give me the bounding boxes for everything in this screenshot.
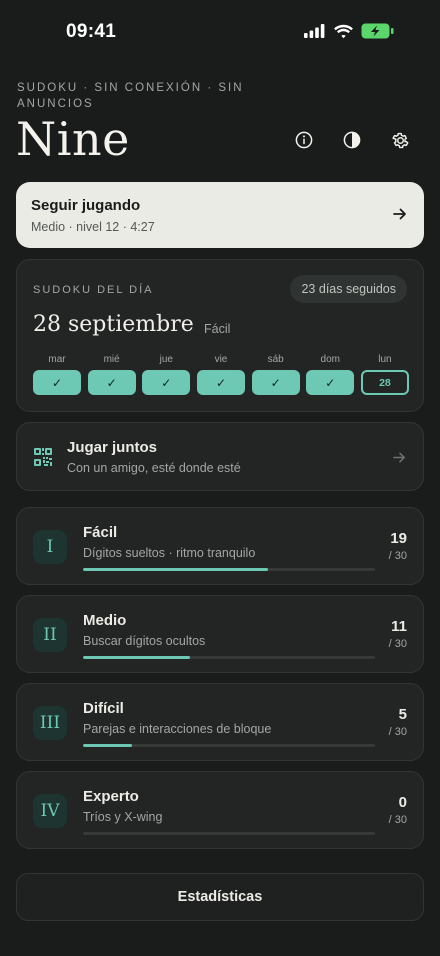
level-description: Dígitos sueltos · ritmo tranquilo bbox=[83, 546, 256, 560]
level-total: / 30 bbox=[388, 550, 407, 562]
play-together-title: Jugar juntos bbox=[67, 439, 158, 456]
day-name: jue bbox=[159, 354, 173, 365]
daily-date: 28 septiembre bbox=[33, 312, 194, 337]
signal-icon bbox=[304, 24, 325, 38]
continue-playing-card[interactable]: Seguir jugando Medio · nivel 12 · 4:27 bbox=[16, 182, 424, 248]
day-item: mar ✓ bbox=[33, 354, 81, 395]
level-name: Difícil bbox=[83, 700, 124, 717]
settings-button[interactable] bbox=[386, 126, 414, 154]
continue-title: Seguir jugando bbox=[31, 197, 141, 214]
level-card-hard[interactable]: III Difícil Parejas e interacciones de b… bbox=[16, 683, 424, 761]
level-card-expert[interactable]: IV Experto Tríos y X-wing 0 / 30 bbox=[16, 771, 424, 849]
level-progress-fill bbox=[83, 656, 191, 659]
level-progress-bar bbox=[83, 832, 375, 835]
level-card-medium[interactable]: II Medio Buscar dígitos ocultos 11 / 30 bbox=[16, 595, 424, 673]
level-progress-fill bbox=[83, 744, 132, 747]
level-completed-count: 19 bbox=[390, 530, 407, 547]
header-actions bbox=[290, 126, 414, 154]
day-name: lun bbox=[378, 354, 392, 365]
play-together-subtitle: Con un amigo, esté donde esté bbox=[67, 461, 241, 475]
level-name: Fácil bbox=[83, 524, 118, 541]
level-name: Medio bbox=[83, 612, 127, 629]
info-icon bbox=[295, 131, 313, 149]
level-progress-fill bbox=[83, 568, 268, 571]
day-item: lun 28 bbox=[360, 354, 409, 395]
wifi-icon bbox=[334, 24, 353, 38]
day-item: dom ✓ bbox=[306, 354, 355, 395]
qr-code-icon bbox=[34, 448, 52, 466]
day-completed-box[interactable]: ✓ bbox=[33, 370, 81, 395]
daily-difficulty: Fácil bbox=[204, 322, 231, 336]
info-button[interactable] bbox=[290, 126, 318, 154]
level-description: Parejas e interacciones de bloque bbox=[83, 722, 272, 736]
app-kicker: SUDOKU · SIN CONEXIÓN · SIN ANUNCIOS bbox=[17, 82, 244, 110]
level-name: Experto bbox=[83, 788, 139, 805]
level-description: Tríos y X-wing bbox=[83, 810, 163, 824]
week-strip: mar ✓ mié ✓ jue ✓ vie ✓ sáb ✓ dom ✓ lun … bbox=[33, 354, 409, 395]
day-completed-box[interactable]: ✓ bbox=[142, 370, 191, 395]
arrow-right-icon bbox=[393, 452, 405, 463]
level-total: / 30 bbox=[388, 726, 407, 738]
day-today-box[interactable]: 28 bbox=[360, 370, 409, 395]
day-item: sáb ✓ bbox=[251, 354, 300, 395]
day-item: jue ✓ bbox=[142, 354, 191, 395]
level-total: / 30 bbox=[388, 638, 407, 650]
streak-badge: 23 días seguidos bbox=[290, 275, 407, 303]
day-name: vie bbox=[214, 354, 228, 365]
day-item: vie ✓ bbox=[196, 354, 245, 395]
level-numeral-badge: II bbox=[33, 618, 67, 652]
day-item: mié ✓ bbox=[87, 354, 136, 395]
daily-label: SUDOKU DEL DÍA bbox=[33, 284, 154, 296]
arrow-right-icon bbox=[393, 208, 406, 220]
day-completed-box[interactable]: ✓ bbox=[306, 370, 355, 395]
day-completed-box[interactable]: ✓ bbox=[196, 370, 245, 395]
day-name: mar bbox=[48, 354, 66, 365]
battery-icon bbox=[361, 23, 394, 39]
level-progress-bar bbox=[83, 656, 375, 659]
status-bar: 09:41 bbox=[0, 0, 440, 64]
status-time: 09:41 bbox=[66, 21, 117, 42]
day-name: dom bbox=[320, 354, 340, 365]
gear-icon bbox=[391, 132, 408, 148]
level-numeral-badge: I bbox=[33, 530, 67, 564]
day-name: sáb bbox=[267, 354, 284, 365]
level-completed-count: 0 bbox=[398, 794, 407, 811]
day-name: mié bbox=[103, 354, 120, 365]
statistics-button[interactable]: Estadísticas bbox=[16, 873, 424, 921]
play-together-card[interactable]: Jugar juntos Con un amigo, esté donde es… bbox=[16, 422, 424, 491]
level-completed-count: 11 bbox=[391, 618, 407, 635]
level-progress-bar bbox=[83, 568, 375, 571]
status-icons bbox=[304, 23, 394, 39]
contrast-icon bbox=[343, 131, 361, 149]
day-completed-box[interactable]: ✓ bbox=[251, 370, 300, 395]
level-numeral-badge: III bbox=[33, 706, 67, 740]
theme-toggle-button[interactable] bbox=[338, 126, 366, 154]
daily-sudoku-card: SUDOKU DEL DÍA 23 días seguidos 28 septi… bbox=[16, 259, 424, 412]
level-progress-bar bbox=[83, 744, 375, 747]
app-title: Nine bbox=[16, 112, 130, 166]
level-card-easy[interactable]: I Fácil Dígitos sueltos · ritmo tranquil… bbox=[16, 507, 424, 585]
level-completed-count: 5 bbox=[398, 706, 407, 723]
level-description: Buscar dígitos ocultos bbox=[83, 634, 206, 648]
level-total: / 30 bbox=[388, 814, 407, 826]
level-numeral-badge: IV bbox=[33, 794, 67, 828]
day-completed-box[interactable]: ✓ bbox=[87, 370, 136, 395]
continue-subtitle: Medio · nivel 12 · 4:27 bbox=[31, 220, 155, 234]
